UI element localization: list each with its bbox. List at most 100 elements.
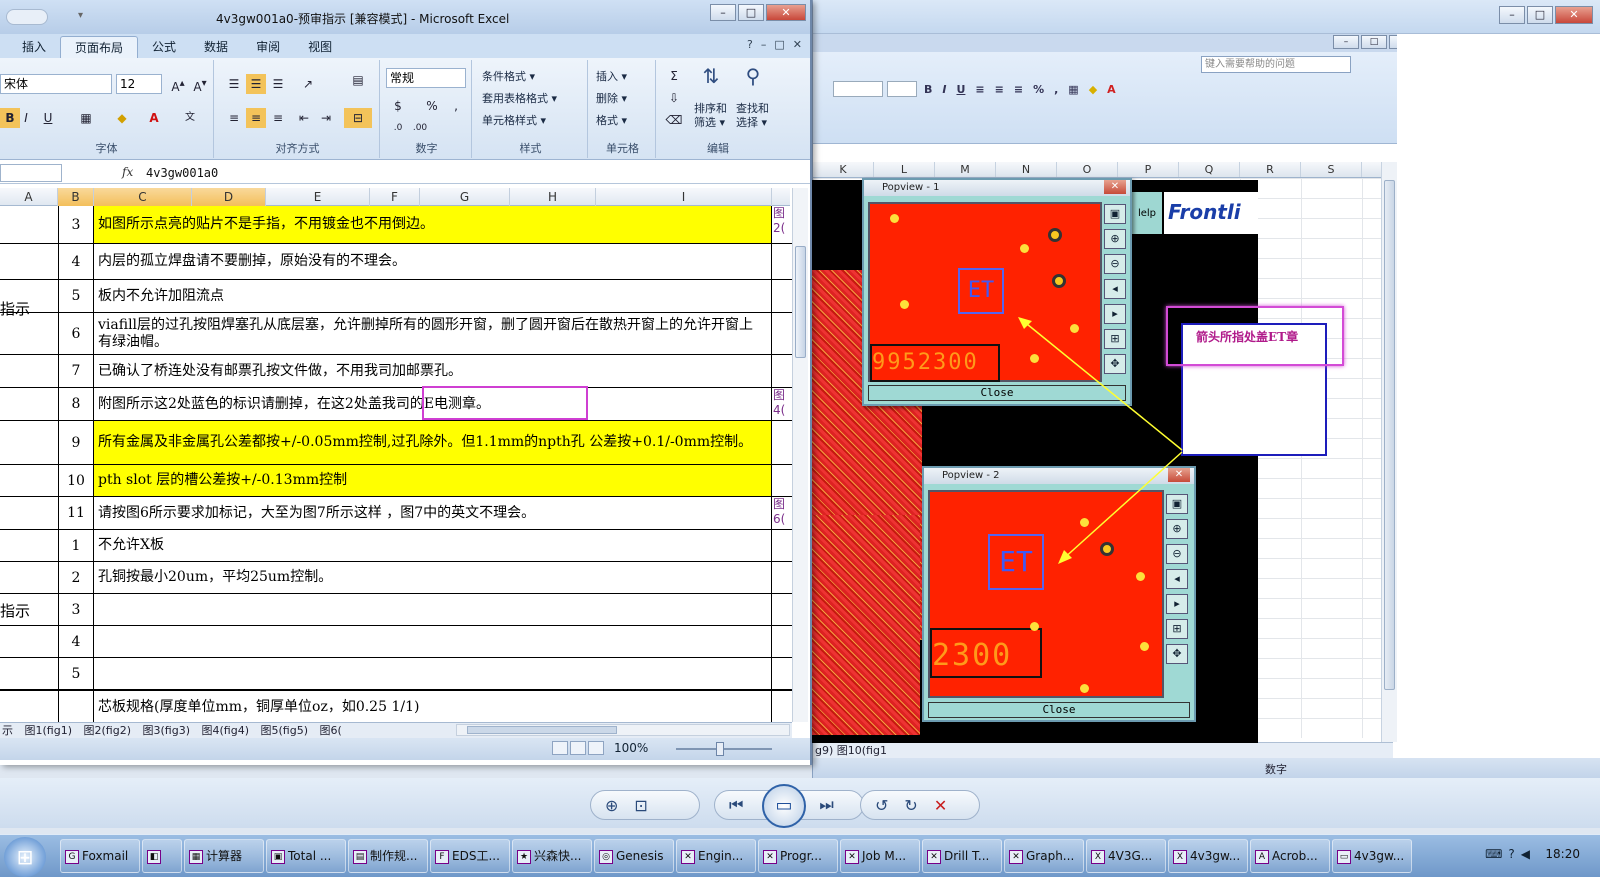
cell-a[interactable] (0, 530, 58, 561)
sheet-tab[interactable]: 示 (0, 723, 19, 738)
currency-icon[interactable]: $ (388, 96, 408, 116)
actual-size-icon[interactable]: ⊡ (634, 796, 647, 815)
sheet-grid[interactable]: 3 如图所示点亮的贴片不是手指，不用镀金也不用倒边。 图2( 4 内层的孤立焊盘… (0, 206, 792, 722)
ribbon-restore-icon[interactable]: □ (774, 38, 784, 51)
cell-styles-button[interactable]: 单元格样式 ▾ (482, 112, 546, 128)
row-number-cell[interactable]: 1 (58, 530, 94, 561)
col-f[interactable]: F (370, 188, 420, 206)
center-icon[interactable]: ✥ (1166, 644, 1188, 664)
table-row[interactable]: 9 所有金属及非金属孔公差都按+/-0.05mm控制,过孔除外。但1.1mm的n… (0, 421, 792, 465)
instruction-cell[interactable]: 如图所示点亮的贴片不是手指，不用镀金也不用倒边。 (94, 206, 772, 243)
bg-sheet-tabs[interactable]: g9) 图10(fig1 (813, 742, 1393, 758)
task-genesis[interactable]: ◎ Genesis (594, 839, 674, 873)
col-d[interactable]: D (192, 188, 266, 206)
fill-color-icon[interactable]: ◆ (112, 108, 132, 128)
bg-col-k[interactable]: K (813, 162, 874, 177)
figure-link[interactable] (773, 244, 792, 279)
percent-icon[interactable]: % (422, 96, 442, 116)
figure-link[interactable] (773, 355, 792, 387)
normal-view-icon[interactable] (552, 741, 568, 755)
zoom-level[interactable]: 100% (614, 741, 648, 755)
figure-link[interactable] (773, 465, 792, 496)
instruction-cell[interactable]: 不允许X板 (94, 530, 772, 561)
align-right-icon[interactable]: ≡ (268, 108, 288, 128)
figure-link[interactable]: 图2( (773, 206, 792, 243)
comma-icon[interactable]: , (446, 96, 466, 116)
align-center-icon[interactable]: ≡ (992, 83, 1007, 96)
fill-icon[interactable]: ⇩ (664, 88, 684, 108)
row-number-cell[interactable]: 4 (58, 626, 94, 657)
clear-icon[interactable]: ⌫ (664, 110, 684, 130)
percent-icon[interactable]: % (1030, 83, 1047, 96)
start-button[interactable]: ⊞ (4, 837, 46, 877)
maximize-icon[interactable]: □ (738, 4, 764, 21)
scroll-thumb[interactable] (795, 246, 806, 358)
instruction-cell[interactable] (94, 626, 772, 657)
page-layout-view-icon[interactable] (570, 741, 586, 755)
row-number-cell[interactable]: 10 (58, 465, 94, 496)
sheet-tab[interactable]: 图5(fig5) (259, 723, 315, 738)
decrease-indent-icon[interactable]: ⇤ (294, 108, 314, 128)
table-row[interactable]: 3 如图所示点亮的贴片不是手指，不用镀金也不用倒边。 图2( (0, 206, 792, 244)
instruction-cell[interactable]: viafill层的过孔按阻焊塞孔从底层塞，允许删掉所有的圆形开窗，删了圆开窗后在… (94, 313, 772, 354)
task-drill[interactable]: ✕ Drill T... (922, 839, 1002, 873)
task-engin[interactable]: ✕ Engin... (676, 839, 756, 873)
row-number-cell[interactable]: 11 (58, 497, 94, 529)
table-row[interactable]: 7 已确认了桥连处没有邮票孔按文件做，不用我司加邮票孔。 (0, 355, 792, 388)
help-icon[interactable]: ? (747, 38, 753, 51)
zoom-slider-handle[interactable] (716, 742, 724, 756)
cell-a[interactable] (0, 465, 58, 496)
volume-icon[interactable]: ◀ (1521, 847, 1530, 861)
table-row[interactable]: 1 不允许X板 (0, 530, 792, 562)
table-row[interactable]: 4 (0, 626, 792, 658)
table-row[interactable]: 5 (0, 658, 792, 690)
bg-size-select[interactable] (887, 81, 917, 97)
underline-icon[interactable]: U (38, 108, 58, 128)
comma-icon[interactable]: , (1051, 83, 1061, 96)
decrease-decimal-icon[interactable]: .00 (410, 118, 430, 138)
instruction-cell[interactable]: 内层的孤立焊盘请不要删掉，原始没有的不理会。 (94, 244, 772, 279)
instruction-cell[interactable]: 板内不允许加阻流点 (94, 280, 772, 312)
clock[interactable]: 18:20 (1545, 847, 1580, 861)
figure-link[interactable] (773, 530, 792, 561)
rotate-left-icon[interactable]: ↺ (875, 796, 888, 815)
task-calculator[interactable]: ▦ 计算器 (184, 839, 264, 873)
h-scroll-thumb[interactable] (467, 726, 617, 734)
col-i[interactable]: I (596, 188, 772, 206)
doc-restore-icon[interactable]: □ (1361, 35, 1387, 49)
sheet-tab[interactable]: 图6( (318, 723, 348, 738)
row-number-cell[interactable]: 5 (58, 658, 94, 689)
cell-a[interactable] (0, 562, 58, 593)
figure-link[interactable] (773, 421, 792, 464)
figure-link[interactable] (773, 313, 792, 354)
align-left-icon[interactable]: ≡ (224, 108, 244, 128)
row-number-cell[interactable] (58, 691, 94, 722)
cell-a[interactable] (0, 206, 58, 243)
sheet-tab[interactable]: 图4(fig4) (200, 723, 256, 738)
cell-a[interactable] (0, 313, 58, 354)
figure-link[interactable] (773, 691, 792, 722)
align-center-icon[interactable]: ≡ (246, 108, 266, 128)
wrap-text-icon[interactable]: ▤ (344, 70, 372, 98)
col-b[interactable]: B (58, 188, 94, 206)
doc-minimize-icon[interactable]: – (1333, 35, 1359, 49)
instruction-cell[interactable]: 芯板规格(厚度单位mm，铜厚单位oz，如0.25 1/1) (94, 691, 772, 722)
fill-color-icon[interactable]: ◆ (1086, 83, 1100, 96)
sheet-tab[interactable]: 图2(fig2) (82, 723, 138, 738)
find-select-icon[interactable]: ⚲ (738, 64, 768, 94)
cell-a[interactable] (0, 421, 58, 464)
bg-col-s[interactable]: S (1301, 162, 1362, 177)
align-middle-icon[interactable]: ☰ (246, 74, 266, 94)
table-row[interactable]: 5 板内不允许加阻流点 (0, 280, 792, 313)
bg-col-q[interactable]: Q (1179, 162, 1240, 177)
italic-icon[interactable]: I (16, 108, 36, 128)
instruction-cell[interactable]: 所有金属及非金属孔公差都按+/-0.05mm控制,过孔除外。但1.1mm的npt… (94, 421, 772, 464)
insert-cells-button[interactable]: 插入 ▾ (596, 68, 627, 84)
cell-a[interactable] (0, 388, 58, 420)
align-bottom-icon[interactable]: ☰ (268, 74, 288, 94)
tab-view[interactable]: 视图 (294, 36, 346, 58)
table-row[interactable]: 8 附图所示这2处蓝色的标识请删掉，在这2处盖我司的E电测章。 图4( (0, 388, 792, 421)
row-number-cell[interactable]: 6 (58, 313, 94, 354)
cell-a[interactable] (0, 626, 58, 657)
task-xingsen[interactable]: ★ 兴森快... (512, 839, 592, 873)
